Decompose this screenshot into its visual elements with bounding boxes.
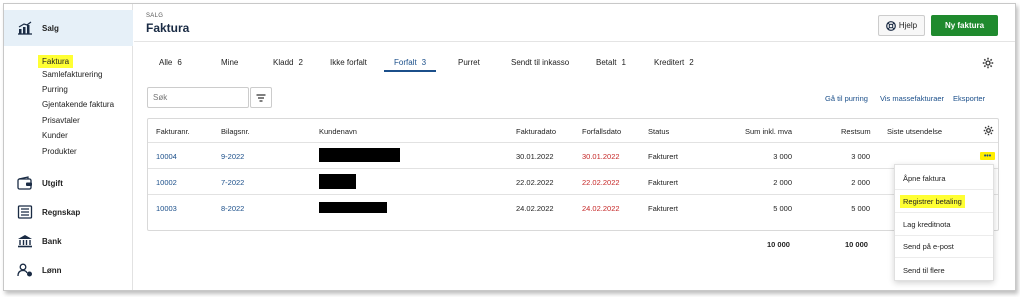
wallet-icon xyxy=(17,176,32,190)
sidebar-subitem-purring[interactable]: Purring xyxy=(42,85,68,94)
export-link[interactable]: Eksporter xyxy=(953,94,985,103)
col-fakturadato[interactable]: Fakturadato xyxy=(516,127,556,136)
gear-icon[interactable] xyxy=(982,57,994,69)
due-date: 24.02.2022 xyxy=(582,204,620,213)
invoice-number[interactable]: 10003 xyxy=(156,204,177,213)
column-settings-gear-icon[interactable] xyxy=(983,125,994,136)
reminder-link[interactable]: Gå til purring xyxy=(825,94,868,103)
page-title: Faktura xyxy=(146,21,190,35)
total-rest: 10 000 xyxy=(845,240,868,249)
due-date: 22.02.2022 xyxy=(582,178,620,187)
sum: 3 000 xyxy=(773,152,792,161)
status: Fakturert xyxy=(648,204,679,213)
tab-purret[interactable]: Purret xyxy=(458,58,480,67)
menu-item-send-email[interactable]: Send på e-post xyxy=(895,236,993,258)
mass-invoices-link[interactable]: Vis massefakturaer xyxy=(880,94,944,103)
sidebar-label: Regnskap xyxy=(42,207,81,217)
search-input[interactable] xyxy=(148,88,248,107)
invoice-date: 30.01.2022 xyxy=(516,152,554,161)
redacted-customer-name xyxy=(319,148,400,162)
menu-item-credit-note[interactable]: Lag kreditnota xyxy=(895,214,993,236)
sidebar: Salg Faktura Samlefakturering Purring Gj… xyxy=(4,4,133,290)
sidebar-subitem-samlefakturering[interactable]: Samlefakturering xyxy=(42,70,102,79)
sidebar-label: Bank xyxy=(42,236,62,246)
table-row[interactable]: 10002 7-2022 22.02.2022 22.02.2022 Faktu… xyxy=(148,169,998,195)
menu-item-open-invoice[interactable]: Åpne faktura xyxy=(895,168,993,190)
chart-icon xyxy=(18,21,32,35)
sidebar-subitem-gjentakende-faktura[interactable]: Gjentakende faktura xyxy=(42,100,114,109)
col-fakturanr[interactable]: Fakturanr. xyxy=(156,127,190,136)
col-siste-utsendelse[interactable]: Siste utsendelse xyxy=(887,127,942,136)
tab-alle[interactable]: Alle 6 xyxy=(159,58,182,67)
tab-forfalt[interactable]: Forfalt 3 xyxy=(394,58,426,67)
redacted-customer-name xyxy=(319,174,356,189)
col-status[interactable]: Status xyxy=(648,127,669,136)
col-restsum[interactable]: Restsum xyxy=(841,127,871,136)
sidebar-subitem-prisavtaler[interactable]: Prisavtaler xyxy=(42,116,80,125)
sidebar-item-lonn[interactable]: Lønn xyxy=(4,252,133,288)
breadcrumb[interactable]: SALG xyxy=(146,13,163,19)
status: Fakturert xyxy=(648,152,679,161)
invoice-table: Fakturanr. Bilagsnr. Kundenavn Fakturada… xyxy=(147,118,999,231)
tab-kladd[interactable]: Kladd 2 xyxy=(273,58,303,67)
new-invoice-button[interactable]: Ny faktura xyxy=(931,15,998,36)
redacted-customer-name xyxy=(319,202,387,213)
voucher-number[interactable]: 7-2022 xyxy=(221,178,244,187)
sidebar-label: Lønn xyxy=(42,265,62,275)
col-sum[interactable]: Sum inkl. mva xyxy=(745,127,792,136)
status: Fakturert xyxy=(648,178,679,187)
help-icon xyxy=(885,20,896,31)
col-kundenavn[interactable]: Kundenavn xyxy=(319,127,357,136)
voucher-number[interactable]: 9-2022 xyxy=(221,152,244,161)
row-more-button[interactable]: ••• xyxy=(980,152,995,160)
tab-betalt[interactable]: Betalt 1 xyxy=(596,58,626,67)
rest-sum: 3 000 xyxy=(851,152,870,161)
sidebar-subitem-produkter[interactable]: Produkter xyxy=(42,147,77,156)
row-context-menu: Åpne faktura Registrer betaling Lag kred… xyxy=(894,164,994,281)
invoice-date: 24.02.2022 xyxy=(516,204,554,213)
tab-mine[interactable]: Mine xyxy=(221,58,238,67)
sidebar-item-salg[interactable]: Salg xyxy=(4,10,133,46)
sidebar-subitem-faktura[interactable]: Faktura xyxy=(38,55,74,68)
sum: 2 000 xyxy=(773,178,792,187)
menu-item-register-payment[interactable]: Registrer betaling xyxy=(895,191,993,213)
total-sum: 10 000 xyxy=(767,240,790,249)
ledger-icon xyxy=(17,205,33,219)
voucher-number[interactable]: 8-2022 xyxy=(221,204,244,213)
sidebar-label: Utgift xyxy=(42,178,63,188)
app-window: Salg Faktura Samlefakturering Purring Gj… xyxy=(3,3,1016,291)
due-date: 30.01.2022 xyxy=(582,152,620,161)
tab-kreditert[interactable]: Kreditert 2 xyxy=(654,58,694,67)
filter-button[interactable] xyxy=(250,87,272,108)
sidebar-subitem-kunder[interactable]: Kunder xyxy=(42,131,68,140)
tab-ikke-forfalt[interactable]: Ikke forfalt xyxy=(330,58,367,67)
table-header: Fakturanr. Bilagsnr. Kundenavn Fakturada… xyxy=(148,119,998,143)
invoice-number[interactable]: 10004 xyxy=(156,152,177,161)
sidebar-label: Salg xyxy=(42,23,59,33)
search-field[interactable] xyxy=(147,87,249,108)
help-label: Hjelp xyxy=(898,21,918,30)
filter-icon xyxy=(256,93,266,102)
invoice-number[interactable]: 10002 xyxy=(156,178,177,187)
col-bilagsnr[interactable]: Bilagsnr. xyxy=(221,127,250,136)
page-header: SALG Faktura Hjelp Ny faktura xyxy=(134,4,1015,42)
col-forfallsdato[interactable]: Forfallsdato xyxy=(582,127,621,136)
menu-item-send-multiple[interactable]: Send til flere xyxy=(895,259,993,281)
table-row[interactable]: 10004 9-2022 30.01.2022 30.01.2022 Faktu… xyxy=(148,143,998,169)
bank-icon xyxy=(18,235,32,248)
tab-sendt-til-inkasso[interactable]: Sendt til inkasso xyxy=(511,58,569,67)
invoice-date: 22.02.2022 xyxy=(516,178,554,187)
help-button[interactable]: Hjelp xyxy=(878,15,925,36)
sum: 5 000 xyxy=(773,204,792,213)
table-row[interactable]: 10003 8-2022 24.02.2022 24.02.2022 Faktu… xyxy=(148,195,998,221)
rest-sum: 5 000 xyxy=(851,204,870,213)
active-tab-indicator xyxy=(384,70,436,72)
rest-sum: 2 000 xyxy=(851,178,870,187)
payroll-icon xyxy=(17,263,32,277)
